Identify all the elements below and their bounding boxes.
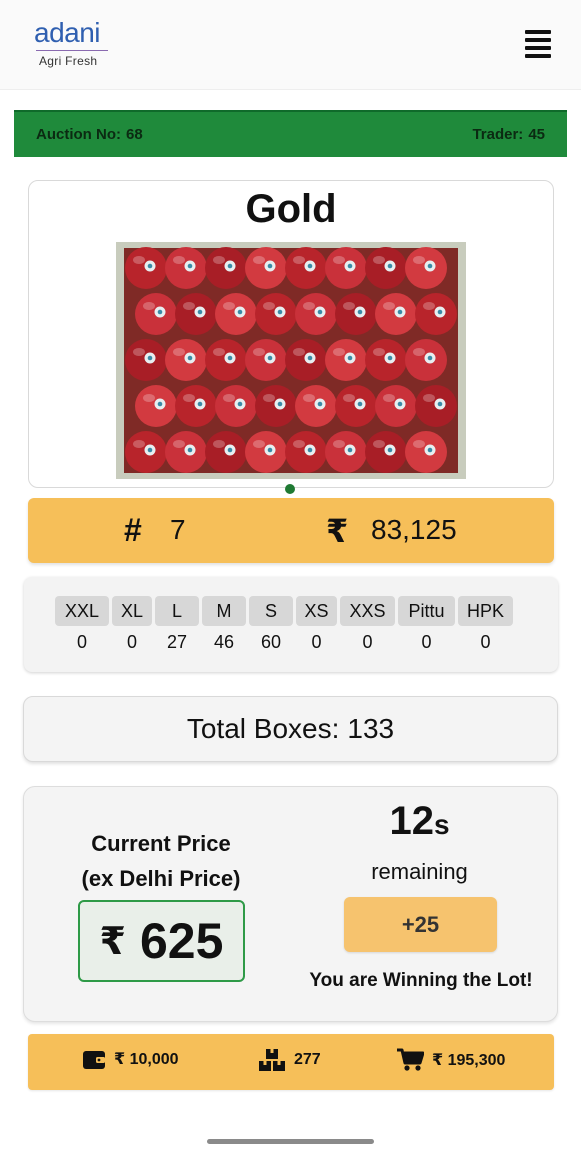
grade-label: S — [249, 596, 293, 626]
apple-box-photo — [116, 242, 466, 479]
current-price-value: 625 — [140, 913, 224, 969]
boxes-count: 277 — [294, 1051, 321, 1068]
grade-count: 46 — [213, 632, 235, 652]
auction-label: Auction No: — [36, 126, 121, 143]
bidding-card: Current Price (ex Delhi Price) ₹ 625 12s… — [23, 786, 558, 1022]
hash-icon: # — [124, 512, 142, 548]
trader-number: Trader: 45 — [472, 126, 545, 143]
total-boxes: Total Boxes: 133 — [187, 713, 394, 745]
grade-table: XXL 0 XL 0 L 27 M 46 S 60 XS 0 XXS 0 Pit… — [55, 596, 513, 653]
lot-number: 7 — [170, 514, 186, 545]
wallet-balance: ₹ 10,000 — [82, 1048, 179, 1070]
grade-count: 60 — [260, 632, 282, 652]
timer-value: 12 — [389, 799, 434, 843]
grade-label: XL — [112, 596, 152, 626]
grade-column: HPK 0 — [458, 596, 513, 653]
grade-breakdown-card: XXL 0 XL 0 L 27 M 46 S 60 XS 0 XXS 0 Pit… — [24, 577, 558, 672]
grade-column: XXL 0 — [55, 596, 109, 653]
total-boxes-label: Total Boxes: — [186, 713, 340, 744]
grade-label: M — [202, 596, 246, 626]
grade-column: M 46 — [202, 596, 246, 653]
grade-count: 0 — [480, 632, 491, 652]
grade-label: XXL — [55, 596, 109, 626]
auction-number: Auction No: 68 — [36, 126, 143, 143]
adani-logo: adani Agri Fresh — [34, 18, 114, 68]
grade-column: L 27 — [155, 596, 199, 653]
logo-divider — [36, 50, 108, 51]
stacked-boxes-icon — [258, 1048, 286, 1072]
wallet-amount: ₹ 10,000 — [114, 1051, 179, 1068]
lot-total-amount: 83,125 — [371, 514, 457, 545]
grade-count: 0 — [421, 632, 432, 652]
grade-count: 0 — [126, 632, 137, 652]
grade-count: 0 — [311, 632, 322, 652]
carousel-indicator-dot[interactable] — [285, 484, 295, 494]
cart-total: ₹ 195,300 — [396, 1048, 505, 1072]
rupee-icon: ₹ — [99, 920, 126, 963]
auction-value: 68 — [125, 126, 143, 143]
grade-column: XXS 0 — [340, 596, 395, 653]
grade-column: Pittu 0 — [398, 596, 455, 653]
grade-label: L — [155, 596, 199, 626]
bid-status-message: You are Winning the Lot! — [309, 970, 533, 991]
logo-word: adani — [34, 17, 101, 48]
place-bid-button[interactable]: +25 — [344, 897, 497, 952]
product-title: Gold — [245, 187, 337, 231]
auction-info-bar: Auction No: 68 Trader: 45 — [14, 110, 567, 157]
trader-value: 45 — [528, 126, 545, 143]
grade-count: 27 — [166, 632, 188, 652]
rupee-icon: ₹ — [326, 513, 349, 549]
lot-summary-bar: # 7 ₹ 83,125 — [28, 498, 554, 563]
total-boxes-card: Total Boxes: 133 — [23, 696, 558, 762]
trader-label: Trader: — [472, 126, 524, 143]
grade-label: HPK — [458, 596, 513, 626]
grade-column: S 60 — [249, 596, 293, 653]
cart-amount: ₹ 195,300 — [432, 1052, 506, 1069]
grade-count: 0 — [362, 632, 373, 652]
shopping-cart-icon — [396, 1048, 424, 1072]
countdown-timer: 12s — [337, 799, 502, 844]
current-price-box: ₹ 625 — [78, 900, 245, 982]
footer-stats-bar: ₹ 10,000 277 ₹ 195,300 — [28, 1034, 554, 1090]
wallet-icon — [82, 1048, 106, 1070]
home-indicator[interactable] — [207, 1139, 374, 1144]
product-card: Gold — [28, 180, 554, 488]
grade-label: XS — [296, 596, 337, 626]
grade-label: XXS — [340, 596, 395, 626]
grade-count: 0 — [76, 632, 87, 652]
grade-column: XS 0 — [296, 596, 337, 653]
boxes-won: 277 — [258, 1048, 321, 1072]
app-header: adani Agri Fresh — [0, 0, 581, 90]
grade-column: XL 0 — [112, 596, 152, 653]
current-price-label: Current Price — [91, 831, 231, 856]
grade-label: Pittu — [398, 596, 455, 626]
timer-unit: s — [433, 809, 450, 840]
hamburger-menu-icon[interactable] — [525, 30, 551, 60]
price-note: (ex Delhi Price) — [81, 866, 241, 891]
logo-subtitle: Agri Fresh — [39, 54, 98, 68]
remaining-label: remaining — [371, 859, 468, 884]
total-boxes-value: 133 — [347, 713, 395, 744]
